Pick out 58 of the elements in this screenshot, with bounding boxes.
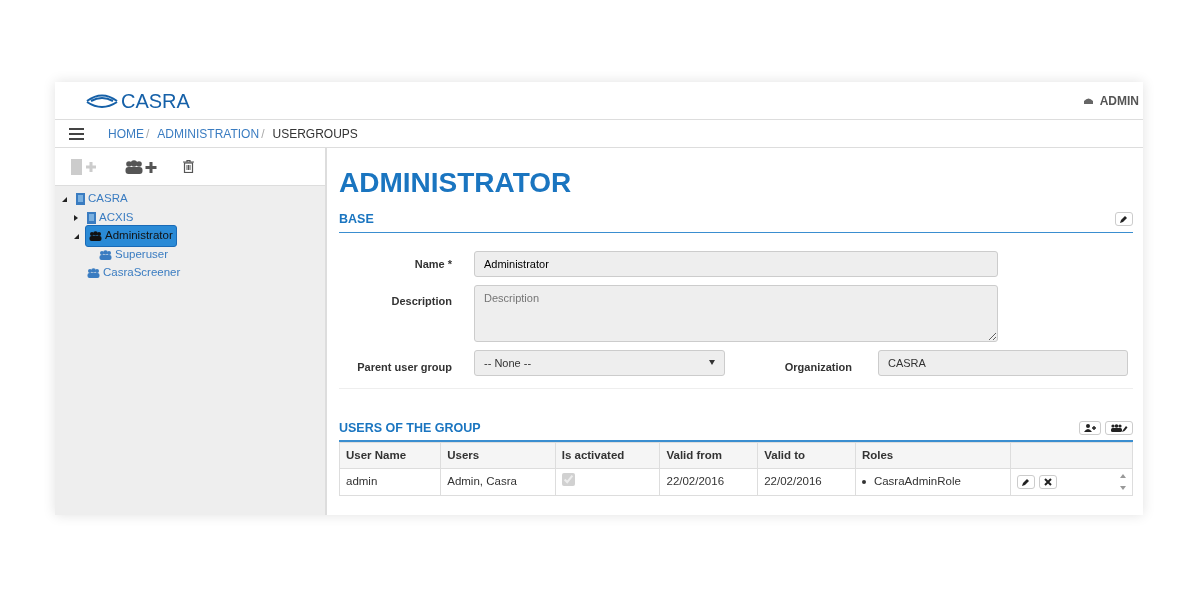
group-icon — [89, 231, 102, 241]
group-icon — [99, 249, 112, 260]
breadcrumb-current: USERGROUPS — [272, 125, 358, 143]
casra-logo: CASRA — [85, 85, 190, 116]
scroll-arrows-icon[interactable] — [1120, 472, 1126, 491]
caret-icon — [709, 360, 715, 366]
column-header: Users — [440, 442, 556, 469]
section-heading: BASE — [339, 211, 374, 228]
table-cell: 22/02/2016 — [757, 468, 856, 496]
expand-arrow-icon[interactable] — [74, 214, 78, 221]
add-user-button[interactable] — [1079, 421, 1101, 436]
user-menu[interactable]: ADMIN — [1082, 91, 1139, 110]
breadcrumb-separator: / — [261, 125, 265, 143]
table-cell: Admin, Casra — [440, 468, 556, 496]
building-icon — [76, 193, 85, 205]
field-label: Parent user group — [356, 360, 452, 376]
bullet-icon — [861, 479, 866, 484]
add-group-button[interactable] — [125, 159, 157, 174]
remove-button[interactable] — [1039, 474, 1057, 489]
pencil-icon — [1022, 477, 1030, 486]
group-icon — [87, 268, 100, 278]
table-cell: admin — [339, 468, 441, 496]
column-header: User Name — [339, 442, 441, 469]
edit-users-button[interactable] — [1105, 421, 1133, 436]
edit-button[interactable] — [1115, 212, 1133, 227]
delete-button[interactable] — [183, 160, 194, 173]
collapse-arrow-icon[interactable] — [62, 196, 67, 202]
tree-item[interactable]: CasraScreener — [84, 263, 184, 283]
menu-icon[interactable] — [69, 127, 84, 140]
column-header: Valid from — [660, 442, 758, 469]
inbox-icon — [1082, 96, 1094, 105]
tree-item[interactable]: Superuser — [96, 244, 172, 265]
section-heading: USERS OF THE GROUP — [339, 419, 481, 437]
building-icon — [87, 211, 96, 224]
table-cell: 22/02/2016 — [660, 468, 758, 496]
edit-button[interactable] — [1017, 474, 1035, 489]
tree-item[interactable]: CASRA — [73, 189, 131, 209]
column-header: Valid to — [757, 442, 856, 469]
group-edit-icon — [1110, 424, 1128, 433]
column-header: Roles — [855, 442, 1011, 469]
page-title: ADMINISTRATOR — [339, 166, 573, 200]
close-icon — [1044, 477, 1052, 486]
name-input[interactable]: Administrator — [474, 250, 998, 277]
breadcrumb-link[interactable]: HOME — [108, 124, 144, 143]
pencil-icon — [1120, 215, 1128, 224]
breadcrumb-separator: / — [146, 125, 150, 143]
field-label: Name * — [413, 256, 452, 272]
field-label: Description — [390, 293, 452, 309]
organization-input[interactable]: CASRA — [878, 349, 1128, 376]
breadcrumb-link[interactable]: ADMINISTRATION — [157, 124, 260, 143]
collapse-arrow-icon[interactable] — [74, 233, 79, 239]
add-user-icon — [1084, 424, 1096, 433]
field-label: Organization — [783, 360, 852, 376]
parent-select[interactable]: -- None -- — [474, 349, 725, 376]
column-header: Is activated — [555, 442, 660, 469]
role-item: CasraAdminRole — [873, 474, 961, 490]
description-input[interactable]: Description — [474, 284, 998, 342]
tree-item[interactable]: Administrator — [85, 225, 177, 247]
